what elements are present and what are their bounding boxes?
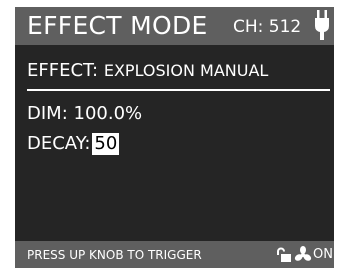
decay-value[interactable]: 50 — [92, 133, 120, 155]
fan-state: ON — [313, 247, 333, 262]
decay-row[interactable]: DECAY: 50 — [27, 133, 120, 155]
trigger-hint: PRESS UP KNOB TO TRIGGER — [27, 248, 202, 262]
display-screen: EFFECT MODE CH: 512 EFFECT: EXPLOSION MA… — [15, 7, 334, 268]
effect-name: EXPLOSION MANUAL — [103, 61, 269, 80]
fan-icon — [294, 246, 312, 261]
plug-icon — [315, 10, 329, 40]
dim-row[interactable]: DIM: 100.0% — [27, 103, 142, 125]
status-bar: PRESS UP KNOB TO TRIGGER ON — [15, 241, 334, 268]
title-bar: EFFECT MODE CH: 512 — [15, 7, 334, 45]
channel-readout: CH: 512 — [233, 17, 302, 37]
divider — [27, 89, 330, 91]
decay-label: DECAY: — [27, 133, 91, 154]
dim-value: 100.0% — [73, 103, 143, 124]
unlock-icon — [277, 247, 291, 262]
mode-title: EFFECT MODE — [27, 11, 208, 40]
dim-label: DIM: — [27, 103, 68, 124]
effect-label: EFFECT: — [27, 60, 99, 81]
effect-line: EFFECT: EXPLOSION MANUAL — [27, 60, 268, 82]
